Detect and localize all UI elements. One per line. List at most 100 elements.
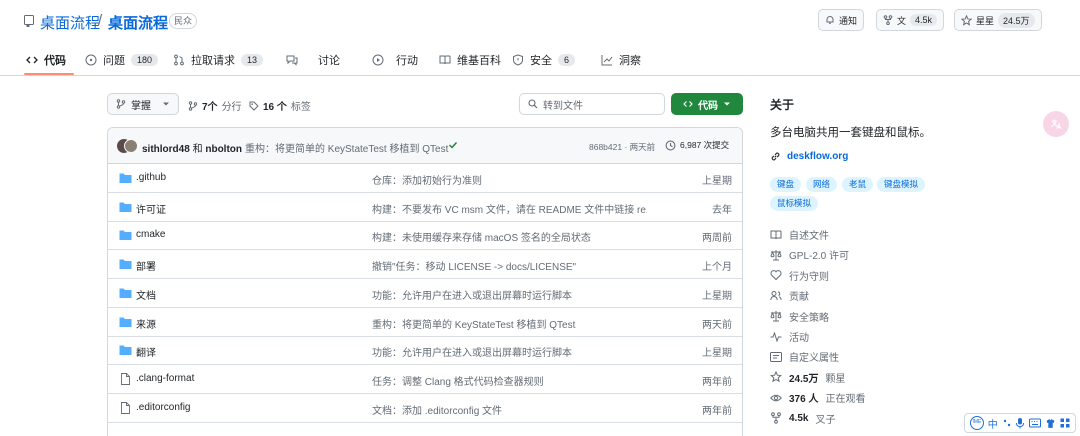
file-name-link[interactable]: .editorconfig	[136, 402, 190, 413]
repo-owner-link[interactable]: 桌面流程	[40, 12, 100, 33]
file-row[interactable]: .editorconfig 文档：添加 .editorconfig 文件 两年前	[108, 394, 742, 423]
file-name-link[interactable]: 许可证	[136, 201, 166, 216]
file-row[interactable]: 部署 撤销"任务：移动 LICENSE -> docs/LICENSE" 上个月	[108, 250, 742, 280]
star-label: 星星	[976, 15, 995, 26]
commit-message-link[interactable]: 重构：将更简单的 KeyStateTest 移植到 QTest	[245, 140, 448, 155]
about-description: 多台电脑共用一套键盘和鼠标。	[770, 127, 931, 139]
file-row[interactable]: 许可证 构建：不要发布 VC msm 文件，请在 README 文件中链接 re.…	[108, 193, 742, 222]
about-item-fork[interactable]: 4.5k 叉子	[770, 411, 835, 426]
file-name-link[interactable]: .github	[136, 172, 166, 183]
file-name-link[interactable]: 文档	[136, 287, 156, 302]
file-commit-message-link[interactable]: 重构：将更简单的 KeyStateTest 移植到 QTest	[372, 316, 647, 331]
file-commit-message-link[interactable]: 功能：允许用户在进入或退出屏幕时运行脚本	[372, 287, 647, 302]
tab-discussions[interactable]: 讨论	[286, 44, 340, 75]
tab-security[interactable]: 安全 6	[512, 44, 576, 75]
topic-tag[interactable]: 键盘	[770, 177, 802, 192]
skin-icon[interactable]	[1045, 418, 1056, 429]
star-count: 24.5万	[998, 12, 1035, 28]
topic-tag[interactable]: 老鼠	[842, 177, 874, 192]
about-item-heart[interactable]: 行为守则	[770, 268, 829, 283]
tags-link[interactable]: 16 个 标签	[249, 98, 311, 113]
tags-count: 16 个	[263, 102, 287, 113]
go-to-file-input[interactable]: 转到文件	[519, 93, 665, 115]
tags-label: 标签	[290, 102, 311, 113]
file-commit-message-link[interactable]: 构建：不要发布 VC msm 文件，请在 README 文件中链接 re...	[372, 201, 647, 216]
file-row[interactable]: .github 仓库：添加初始行为准则 上星期	[108, 164, 742, 193]
fork-button[interactable]: 文 4.5k	[876, 9, 945, 31]
branches-label: 分行	[221, 102, 242, 113]
file-commit-time: 两周前	[702, 233, 732, 245]
commit-sha-time[interactable]: 868b421 · 两天前	[589, 141, 655, 153]
code-button[interactable]: 代码	[671, 93, 743, 115]
file-row[interactable]: 来源 重构：将更简单的 KeyStateTest 移植到 QTest 两天前	[108, 308, 742, 337]
ime-logo-icon[interactable]: IME	[969, 416, 984, 430]
branches-link[interactable]: 7个 分行	[188, 98, 242, 113]
commit-authors: sithlord48 和 nbolton	[142, 140, 242, 155]
tab-code[interactable]: 代码	[26, 44, 66, 75]
file-commit-message-link[interactable]: 构建：未使用缓存来存储 macOS 签名的全局状态	[372, 229, 647, 244]
commits-history-link[interactable]: 6,987 次提交	[665, 139, 729, 151]
tab-label: 洞察	[619, 54, 641, 67]
tab-label: 拉取请求	[191, 54, 235, 67]
tab-pull-requests[interactable]: 拉取请求 13	[173, 44, 264, 75]
file-name-link[interactable]: 部署	[136, 258, 156, 273]
file-row[interactable]: 翻译 功能：允许用户在进入或退出屏幕时运行脚本 上星期	[108, 336, 742, 366]
about-item-book[interactable]: 自述文件	[770, 227, 829, 242]
star-button[interactable]: 星星 24.5万	[954, 9, 1042, 31]
graph-icon	[601, 54, 613, 65]
file-name-link[interactable]: 来源	[136, 316, 156, 331]
about-item-eye[interactable]: 376 人正在观看	[770, 390, 865, 405]
homepage-link[interactable]: deskflow.org	[770, 151, 848, 162]
tab-wiki[interactable]: 维基百科	[439, 44, 501, 75]
file-row[interactable]: 文档 功能：允许用户在进入或退出屏幕时运行脚本 上星期	[108, 279, 742, 308]
pull-request-icon	[174, 54, 184, 65]
caret-down-icon	[163, 102, 169, 106]
file-commit-message-link[interactable]: 任务：调整 Clang 格式代码检查器规则	[372, 373, 647, 388]
about-item-count: 376 人	[789, 394, 819, 406]
about-item-law[interactable]: GPL-2.0 许可	[770, 247, 849, 262]
file-row[interactable]: .clang-format 任务：调整 Clang 格式代码检查器规则 两年前	[108, 365, 742, 394]
repo-name-link[interactable]: 桌面流程	[108, 12, 168, 33]
about-item-law[interactable]: 安全策略	[770, 309, 829, 324]
microphone-icon[interactable]	[1015, 417, 1025, 429]
about-heading: 关于	[770, 98, 795, 112]
branch-selector[interactable]: 掌握	[107, 93, 179, 115]
commit-author-link[interactable]: nbolton	[205, 144, 242, 155]
file-commit-time: 两年前	[702, 376, 732, 388]
fork-count: 4.5k	[910, 14, 938, 26]
file-commit-message-link[interactable]: 仓库：添加初始行为准则	[372, 172, 647, 187]
file-commit-message-link[interactable]: 功能：允许用户在进入或退出屏幕时运行脚本	[372, 344, 647, 359]
punctuation-icon[interactable]	[1002, 418, 1012, 428]
folder-icon	[119, 173, 132, 183]
translate-float-button[interactable]	[1043, 111, 1069, 137]
commit-author-link[interactable]: sithlord48	[142, 144, 190, 155]
ime-language-toggle[interactable]: 中	[988, 416, 998, 431]
tab-count: 6	[558, 53, 576, 66]
file-name-link[interactable]: cmake	[136, 229, 165, 240]
topic-tag[interactable]: 鼠标模拟	[770, 196, 819, 211]
check-icon[interactable]	[448, 140, 458, 150]
file-name-link[interactable]: 翻译	[136, 344, 156, 359]
tab-count: 13	[241, 53, 264, 66]
file-row[interactable]: cmake 构建：未使用缓存来存储 macOS 签名的全局状态 两周前	[108, 221, 742, 251]
avatar[interactable]	[124, 139, 138, 153]
history-icon	[665, 140, 676, 150]
file-icon	[121, 401, 130, 414]
about-item-people[interactable]: 贡献	[770, 288, 809, 303]
notifications-button[interactable]: 通知	[818, 9, 865, 31]
tab-count: 180	[131, 53, 159, 66]
grid-icon[interactable]	[1060, 418, 1070, 428]
repo-path-separator: /	[98, 12, 103, 29]
tab-insights[interactable]: 洞察	[601, 44, 641, 75]
file-commit-message-link[interactable]: 撤销"任务：移动 LICENSE -> docs/LICENSE"	[372, 258, 647, 273]
tab-issues[interactable]: 问题 180	[85, 44, 159, 75]
topic-tag[interactable]: 键盘模拟	[877, 177, 926, 192]
about-item-pulse[interactable]: 活动	[770, 329, 809, 344]
topic-tag[interactable]: 网络	[806, 177, 838, 192]
about-item-note[interactable]: 自定义属性	[770, 349, 839, 364]
about-item-star[interactable]: 24.5万 颗星	[770, 370, 845, 385]
file-commit-message-link[interactable]: 文档：添加 .editorconfig 文件	[372, 402, 647, 417]
file-name-link[interactable]: .clang-format	[136, 373, 194, 384]
keyboard-icon[interactable]	[1029, 418, 1042, 428]
tab-actions[interactable]: 行动	[372, 44, 418, 75]
